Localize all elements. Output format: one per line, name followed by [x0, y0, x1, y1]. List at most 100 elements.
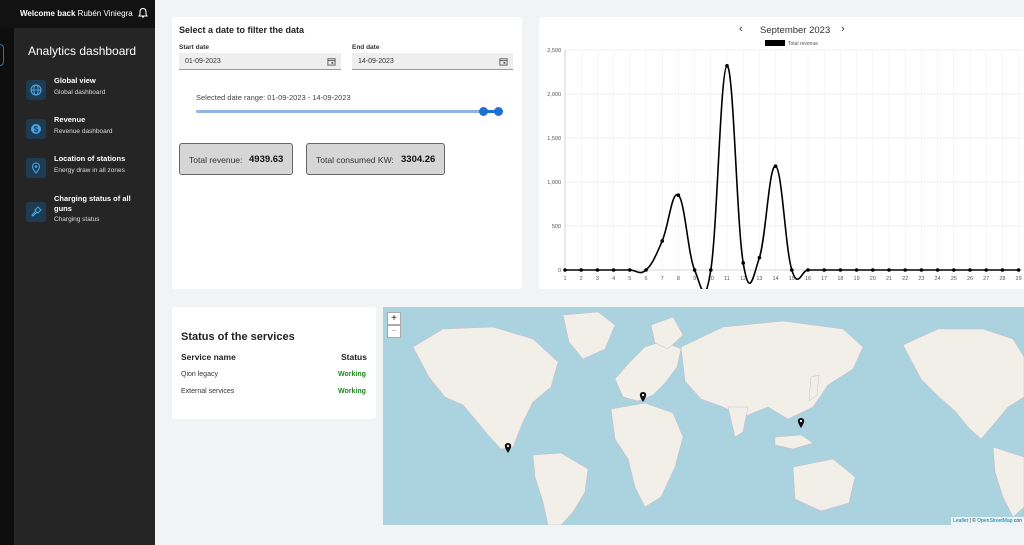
x-tick-label: 26: [967, 276, 973, 282]
start-date-field[interactable]: 01-09-2023: [179, 53, 341, 70]
user-name: Rubén Viniegra: [77, 9, 133, 18]
total-kw-label: Total consumed KW:: [316, 155, 394, 165]
date-range-slider[interactable]: [196, 110, 502, 113]
sidebar-item-global-view[interactable]: Global view Global dashboard: [26, 76, 148, 102]
revenue-data-point: [628, 268, 632, 272]
revenue-data-point: [854, 268, 859, 272]
revenue-data-point: [968, 268, 972, 272]
x-tick-label: 4: [612, 276, 615, 282]
selected-range-text: Selected date range: 01-09-2023 - 14-09-…: [196, 93, 351, 102]
total-kw-box: Total consumed KW: 3304.26: [306, 143, 445, 175]
revenue-data-point: [595, 268, 600, 272]
osm-link[interactable]: OpenStreetMap: [977, 518, 1012, 524]
revenue-data-point: [952, 268, 956, 272]
sidebar-title: Analytics dashboard: [28, 44, 137, 58]
end-date-field[interactable]: 14-09-2023: [352, 53, 513, 70]
sidebar-item-location-of-stations[interactable]: Location of stations Energy draw in all …: [26, 154, 148, 180]
legend-label: Total revenue: [788, 41, 818, 47]
y-tick-label: 0: [558, 268, 561, 274]
revenue-data-point: [887, 268, 891, 272]
bell-icon[interactable]: [137, 7, 149, 19]
x-tick-label: 24: [935, 276, 941, 282]
x-tick-label: 13: [756, 276, 762, 282]
revenue-data-point: [838, 268, 843, 272]
x-tick-label: 5: [628, 276, 631, 282]
station-marker-japan[interactable]: [797, 418, 805, 428]
revenue-chart-card: ‹ September 2023 › 0 500 1,000 1,500 2,000 2,…: [539, 17, 1024, 289]
y-tick-label: 1,000: [547, 180, 561, 186]
attribution-tail: con: [1012, 518, 1022, 524]
stations-map[interactable]: + − Leaflet | © OpenStreetMap con: [383, 307, 1024, 525]
revenue-data-point: [919, 268, 924, 272]
end-date-label: End date: [352, 44, 380, 51]
sidebar-item-sub: Global dashboard: [54, 89, 106, 96]
revenue-data-point: [709, 268, 713, 272]
station-marker-europe[interactable]: [639, 392, 647, 402]
x-tick-label: 1: [563, 276, 566, 282]
x-tick-label: 14: [773, 276, 779, 282]
x-tick-label: 7: [661, 276, 664, 282]
services-status-card: Status of the services Service name Stat…: [172, 307, 376, 419]
revenue-data-point: [806, 268, 810, 272]
revenue-data-point: [725, 64, 729, 68]
date-filter-card: Select a date to filter the data Start d…: [172, 17, 522, 289]
service-name-cell: External services: [181, 388, 235, 395]
leaflet-link[interactable]: Leaflet: [953, 518, 968, 524]
x-tick-label: 25: [951, 276, 957, 282]
slider-end-thumb[interactable]: [494, 107, 503, 116]
sidebar-item-label: Revenue: [54, 115, 86, 124]
y-tick-label: 2,500: [547, 48, 561, 54]
sidebar-item-label: Global view: [54, 76, 96, 85]
sidebar-item-charging-status[interactable]: Charging status of all guns Charging sta…: [26, 194, 148, 226]
station-marker-mexico[interactable]: [504, 443, 512, 453]
world-map: [412, 311, 1024, 525]
start-date-label: Start date: [179, 44, 209, 51]
revenue-data-point: [984, 268, 988, 272]
x-tick-label: 3: [596, 276, 599, 282]
revenue-data-point: [757, 255, 762, 260]
x-tick-label: 8: [677, 276, 680, 282]
calendar-icon[interactable]: [499, 57, 508, 66]
sidebar-item-sub: Revenue dashboard: [54, 128, 113, 135]
slider-start-thumb[interactable]: [479, 107, 488, 116]
status-title: Status of the services: [181, 331, 295, 343]
revenue-data-point: [822, 268, 826, 272]
y-tick-label: 500: [552, 224, 561, 230]
charger-icon: [26, 202, 46, 222]
welcome-text: Welcome back Rubén Viniegra: [20, 9, 133, 18]
sidebar-item-sub: Energy draw in all zones: [54, 167, 125, 174]
legend-swatch: [765, 40, 785, 46]
x-tick-label: 6: [644, 276, 647, 282]
sidebar: Analytics dashboard Global view Global d…: [14, 0, 155, 545]
start-date-value: 01-09-2023: [185, 58, 221, 65]
revenue-data-point: [692, 268, 697, 272]
y-tick-label: 1,500: [547, 136, 561, 142]
sidebar-item-label: Charging status of all guns: [54, 194, 131, 213]
revenue-data-point: [660, 239, 664, 243]
revenue-data-point: [579, 268, 583, 272]
x-tick-label: 16: [805, 276, 811, 282]
revenue-data-point: [563, 268, 567, 272]
svg-text:$: $: [34, 125, 39, 134]
zoom-out-button[interactable]: −: [387, 325, 401, 338]
x-tick-label: 21: [886, 276, 892, 282]
x-tick-label: 29: [1016, 276, 1022, 282]
revenue-data-point: [644, 268, 648, 272]
service-status-cell: Working: [338, 388, 366, 395]
rail-selected-indicator[interactable]: [0, 44, 4, 66]
zoom-in-button[interactable]: +: [387, 312, 401, 325]
revenue-data-point: [773, 164, 778, 168]
x-tick-label: 11: [724, 276, 730, 282]
revenue-data-point: [871, 268, 875, 272]
globe-icon: [26, 80, 46, 100]
x-tick-label: 23: [918, 276, 924, 282]
x-tick-label: 2: [580, 276, 583, 282]
top-bar: Welcome back Rubén Viniegra: [0, 0, 155, 28]
service-name-header: Service name: [181, 352, 236, 362]
sidebar-item-revenue[interactable]: $ Revenue Revenue dashboard: [26, 115, 148, 141]
service-name-cell: Qion legacy: [181, 371, 218, 378]
service-status-cell: Working: [338, 371, 366, 378]
total-revenue-box: Total revenue: 4939.63: [179, 143, 293, 175]
revenue-data-point: [676, 193, 681, 197]
calendar-icon[interactable]: [327, 57, 336, 66]
